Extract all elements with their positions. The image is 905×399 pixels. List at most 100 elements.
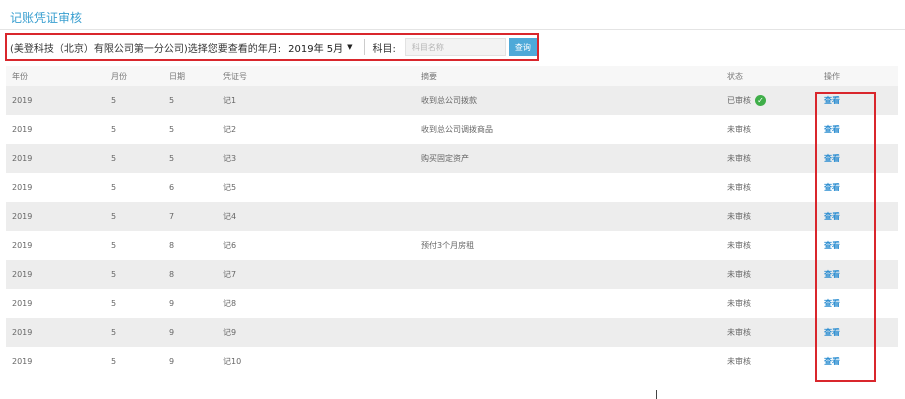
header-voucher: 凭证号 [223, 71, 247, 81]
cell-action: 查看 [818, 211, 898, 222]
cell-month: 5 [111, 270, 117, 279]
status-label: 已审核 [727, 96, 751, 105]
cell-year: 2019 [12, 299, 33, 308]
cell-summary: 收到总公司调拨商品 [421, 125, 493, 134]
filter-prompt: (美登科技（北京）有限公司第一分公司)选择您要查看的年月: [10, 43, 282, 55]
header-status: 状态 [727, 71, 743, 81]
cell-year: 2019 [12, 183, 33, 192]
view-link[interactable]: 查看 [824, 96, 840, 105]
cell-action: 查看 [818, 356, 898, 367]
status-label: 未审核 [727, 270, 751, 279]
table-row: 2019 5 8 记6 预付3个月房租 未审核 查看 [6, 231, 898, 260]
cell-action: 查看 [818, 327, 898, 338]
cell-year: 2019 [12, 154, 33, 163]
cell-month: 5 [111, 328, 117, 337]
check-circle-icon: ✓ [755, 95, 766, 106]
cell-action: 查看 [818, 298, 898, 309]
cell-day: 8 [169, 270, 175, 279]
view-link[interactable]: 查看 [824, 183, 840, 192]
cell-month: 5 [111, 183, 117, 192]
query-button[interactable]: 查询 [508, 38, 537, 56]
cell-summary: 预付3个月房租 [421, 241, 475, 250]
table-row: 2019 5 5 记1 收到总公司拨款 已审核 ✓ 查看 [6, 86, 898, 115]
cell-summary: 收到总公司拨款 [421, 96, 477, 105]
status-label: 未审核 [727, 183, 751, 192]
table-row: 2019 5 9 记9 未审核 查看 [6, 318, 898, 347]
cell-voucher: 记10 [223, 357, 242, 366]
cell-year: 2019 [12, 357, 33, 366]
subject-label: 科目: [372, 43, 396, 55]
table-row: 2019 5 9 记8 未审核 查看 [6, 289, 898, 318]
cell-year: 2019 [12, 96, 33, 105]
view-link[interactable]: 查看 [824, 270, 840, 279]
view-link[interactable]: 查看 [824, 241, 840, 250]
header-action: 操作 [824, 71, 840, 81]
table-row: 2019 5 8 记7 未审核 查看 [6, 260, 898, 289]
subject-input[interactable] [404, 38, 506, 56]
cell-voucher: 记2 [223, 125, 237, 134]
view-link[interactable]: 查看 [824, 328, 840, 337]
period-select[interactable]: 2019年 5月 ▼ [285, 38, 355, 56]
page-title: 记账凭证审核 [10, 11, 83, 25]
view-link[interactable]: 查看 [824, 357, 840, 366]
cell-month: 5 [111, 154, 117, 163]
header-day: 日期 [169, 71, 185, 81]
cell-day: 5 [169, 96, 175, 105]
cell-status: 未审核 [721, 269, 818, 280]
cell-status: 未审核 [721, 240, 818, 251]
text-cursor-icon [656, 390, 657, 399]
cell-voucher: 记7 [223, 270, 237, 279]
status-label: 未审核 [727, 328, 751, 337]
cell-month: 5 [111, 241, 117, 250]
cell-month: 5 [111, 299, 117, 308]
view-link[interactable]: 查看 [824, 154, 840, 163]
cell-year: 2019 [12, 212, 33, 221]
caret-down-icon: ▼ [347, 43, 353, 51]
cell-month: 5 [111, 96, 117, 105]
cell-day: 8 [169, 241, 175, 250]
table-row: 2019 5 6 记5 未审核 查看 [6, 173, 898, 202]
cell-action: 查看 [818, 153, 898, 164]
period-select-value: 2019年 5月 [288, 43, 344, 55]
table-body: 2019 5 5 记1 收到总公司拨款 已审核 ✓ 查看 2019 5 5 记2 收到总公司调拨商品 未审… [6, 86, 898, 376]
filter-bar: (美登科技（北京）有限公司第一分公司)选择您要查看的年月: 2019年 5月 ▼… [5, 33, 539, 61]
cell-voucher: 记4 [223, 212, 237, 221]
status-label: 未审核 [727, 154, 751, 163]
cell-year: 2019 [12, 328, 33, 337]
status-label: 未审核 [727, 212, 751, 221]
cell-day: 6 [169, 183, 175, 192]
cell-year: 2019 [12, 241, 33, 250]
view-link[interactable]: 查看 [824, 299, 840, 308]
cell-status: 未审核 [721, 182, 818, 193]
cell-voucher: 记6 [223, 241, 237, 250]
cell-voucher: 记5 [223, 183, 237, 192]
view-link[interactable]: 查看 [824, 212, 840, 221]
cell-voucher: 记3 [223, 154, 237, 163]
cell-action: 查看 [818, 124, 898, 135]
table-header: 年份 月份 日期 凭证号 摘要 状态 操作 [6, 66, 898, 86]
status-label: 未审核 [727, 241, 751, 250]
cell-action: 查看 [818, 95, 898, 106]
cell-status: 未审核 [721, 327, 818, 338]
table-row: 2019 5 7 记4 未审核 查看 [6, 202, 898, 231]
cell-status: 未审核 [721, 124, 818, 135]
view-link[interactable]: 查看 [824, 125, 840, 134]
cell-month: 5 [111, 125, 117, 134]
cell-status: 已审核 ✓ [721, 95, 818, 106]
cell-day: 9 [169, 328, 175, 337]
cell-action: 查看 [818, 240, 898, 251]
cell-day: 9 [169, 299, 175, 308]
cell-voucher: 记9 [223, 328, 237, 337]
table-row: 2019 5 5 记3 购买固定资产 未审核 查看 [6, 144, 898, 173]
status-label: 未审核 [727, 357, 751, 366]
cell-day: 9 [169, 357, 175, 366]
voucher-table: 年份 月份 日期 凭证号 摘要 状态 操作 2019 5 5 记1 收到总公司拨款 已审核… [6, 66, 898, 376]
cell-voucher: 记1 [223, 96, 237, 105]
cell-day: 5 [169, 154, 175, 163]
cell-voucher: 记8 [223, 299, 237, 308]
header-year: 年份 [12, 71, 28, 81]
cell-month: 5 [111, 212, 117, 221]
cell-summary: 购买固定资产 [421, 154, 469, 163]
cell-day: 7 [169, 212, 175, 221]
cell-action: 查看 [818, 269, 898, 280]
